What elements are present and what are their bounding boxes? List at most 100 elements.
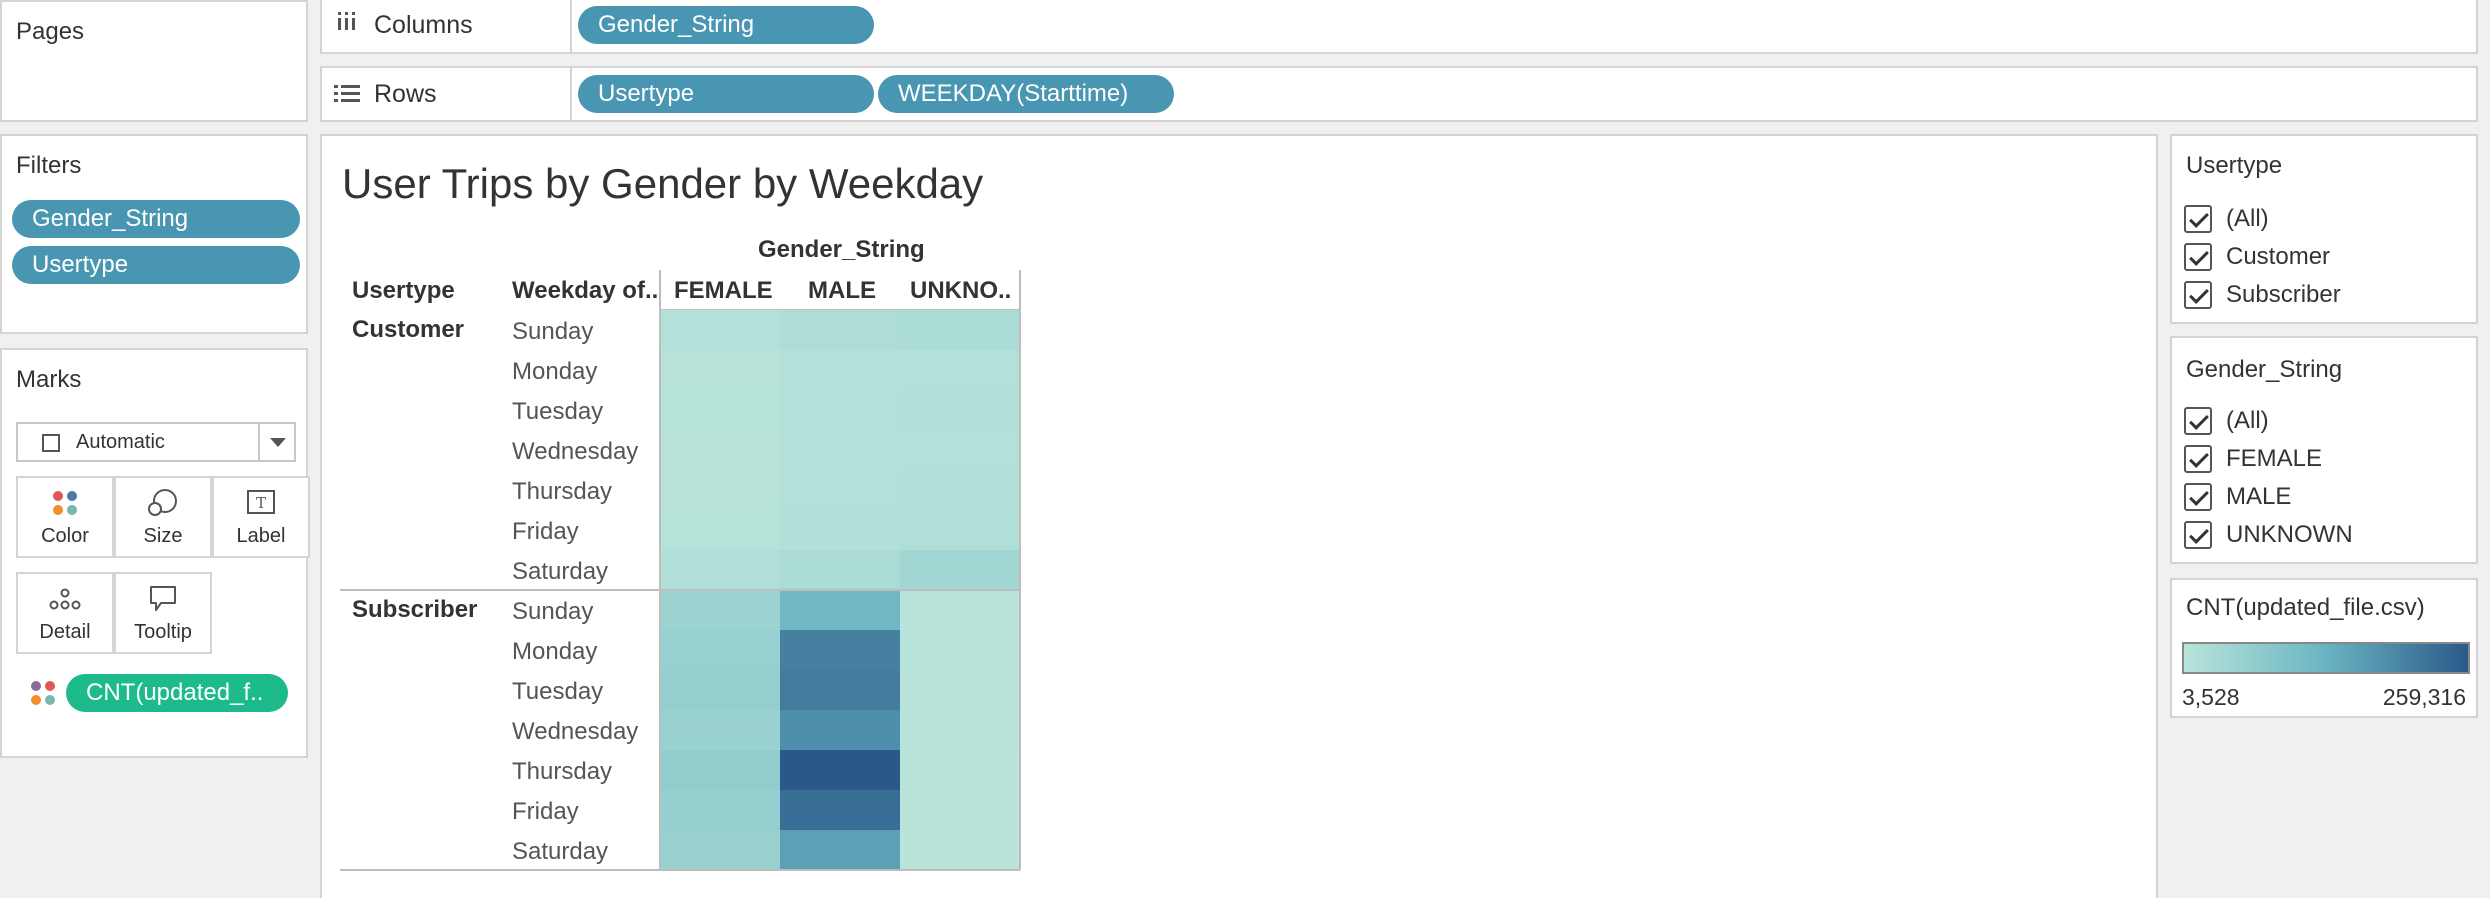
mark-type-dropdown[interactable]: Automatic xyxy=(16,422,296,462)
weekday-label[interactable]: Friday xyxy=(512,798,579,826)
heatmap-cell[interactable] xyxy=(660,710,780,750)
heatmap-cell[interactable] xyxy=(660,310,780,350)
detail-button-label: Detail xyxy=(39,621,91,643)
usertype-filter-item-subscriber[interactable]: Subscriber xyxy=(2184,280,2341,310)
heatmap-cell[interactable] xyxy=(780,390,900,430)
usertype-filter-item-customer[interactable]: Customer xyxy=(2184,242,2330,272)
weekday-label[interactable]: Friday xyxy=(512,518,579,546)
heatmap-cell[interactable] xyxy=(660,550,780,590)
gender-filter-item-unknown[interactable]: UNKNOWN xyxy=(2184,520,2353,550)
heatmap-cell[interactable] xyxy=(900,710,1020,750)
heatmap-cell[interactable] xyxy=(900,590,1020,630)
color-button[interactable]: Color xyxy=(16,476,114,558)
usertype-customer[interactable]: Customer xyxy=(352,316,464,344)
filter-pill-usertype[interactable]: Usertype xyxy=(12,246,300,284)
heatmap-cell[interactable] xyxy=(780,630,900,670)
weekday-label[interactable]: Monday xyxy=(512,638,597,666)
tooltip-button[interactable]: Tooltip xyxy=(114,572,212,654)
heatmap-cell[interactable] xyxy=(780,710,900,750)
columns-shelf[interactable]: Columns Gender_String xyxy=(320,0,2478,54)
mark-type-square-icon xyxy=(42,434,60,452)
gender-filter-item-male[interactable]: MALE xyxy=(2184,482,2291,512)
heatmap-cell[interactable] xyxy=(900,790,1020,830)
column-field-header[interactable]: Gender_String xyxy=(758,236,925,264)
heatmap-cell[interactable] xyxy=(780,470,900,510)
heatmap-cell[interactable] xyxy=(780,590,900,630)
heatmap-cell[interactable] xyxy=(660,470,780,510)
heatmap-cell[interactable] xyxy=(900,390,1020,430)
heatmap-cell[interactable] xyxy=(780,350,900,390)
weekday-label[interactable]: Monday xyxy=(512,358,597,386)
heatmap-cell[interactable] xyxy=(660,590,780,630)
weekday-label[interactable]: Thursday xyxy=(512,758,612,786)
heatmap-cell[interactable] xyxy=(660,390,780,430)
checkbox-checked-icon[interactable] xyxy=(2184,281,2212,309)
checkbox-checked-icon[interactable] xyxy=(2184,243,2212,271)
heatmap-cell[interactable] xyxy=(780,510,900,550)
usertype-subscriber[interactable]: Subscriber xyxy=(352,596,477,624)
heatmap-cell[interactable] xyxy=(900,430,1020,470)
weekday-label[interactable]: Saturday xyxy=(512,838,608,866)
legend-gradient-bar[interactable] xyxy=(2182,642,2470,674)
heatmap-cell[interactable] xyxy=(660,790,780,830)
columns-pill-gender[interactable]: Gender_String xyxy=(578,6,874,44)
heatmap-cell[interactable] xyxy=(780,670,900,710)
row-header-weekday[interactable]: Weekday of.. xyxy=(512,277,658,305)
gender-filter-item-female[interactable]: FEMALE xyxy=(2184,444,2322,474)
gender-filter-item-all[interactable]: (All) xyxy=(2184,406,2269,436)
tooltip-icon xyxy=(150,586,176,611)
shelf-divider xyxy=(570,0,572,52)
detail-button[interactable]: Detail xyxy=(16,572,114,654)
row-header-usertype[interactable]: Usertype xyxy=(352,277,455,305)
heatmap-cell[interactable] xyxy=(780,550,900,590)
checkbox-checked-icon[interactable] xyxy=(2184,483,2212,511)
heatmap-cell[interactable] xyxy=(900,550,1020,590)
heatmap-cell[interactable] xyxy=(660,430,780,470)
heatmap-cell[interactable] xyxy=(900,630,1020,670)
weekday-label[interactable]: Sunday xyxy=(512,318,593,346)
heatmap-cell[interactable] xyxy=(900,670,1020,710)
heatmap-cell[interactable] xyxy=(660,670,780,710)
heatmap-cell[interactable] xyxy=(900,350,1020,390)
weekday-label[interactable]: Tuesday xyxy=(512,678,603,706)
weekday-label[interactable]: Wednesday xyxy=(512,718,638,746)
weekday-label[interactable]: Tuesday xyxy=(512,398,603,426)
usertype-filter-item-all[interactable]: (All) xyxy=(2184,204,2269,234)
heatmap-cell[interactable] xyxy=(900,830,1020,870)
rows-pill-weekday[interactable]: WEEKDAY(Starttime) xyxy=(878,75,1174,113)
heatmap-cell[interactable] xyxy=(660,350,780,390)
heatmap-cell[interactable] xyxy=(900,470,1020,510)
column-header-unknown[interactable]: UNKNO.. xyxy=(910,277,1011,305)
heatmap-cell[interactable] xyxy=(780,790,900,830)
weekday-label[interactable]: Wednesday xyxy=(512,438,638,466)
heatmap-cell[interactable] xyxy=(780,830,900,870)
rows-pill-usertype[interactable]: Usertype xyxy=(578,75,874,113)
weekday-label[interactable]: Thursday xyxy=(512,478,612,506)
chevron-down-icon[interactable] xyxy=(270,438,286,447)
heatmap-cell[interactable] xyxy=(780,430,900,470)
heatmap-cell[interactable] xyxy=(780,750,900,790)
filter-pill-gender[interactable]: Gender_String xyxy=(12,200,300,238)
filter-item-label: MALE xyxy=(2226,483,2292,510)
heatmap-cell[interactable] xyxy=(660,510,780,550)
checkbox-checked-icon[interactable] xyxy=(2184,445,2212,473)
column-header-female[interactable]: FEMALE xyxy=(674,277,773,305)
heatmap-cell[interactable] xyxy=(900,750,1020,790)
rows-label: Rows xyxy=(374,80,437,108)
heatmap-cell[interactable] xyxy=(660,630,780,670)
rows-shelf[interactable]: Rows Usertype WEEKDAY(Starttime) xyxy=(320,66,2478,122)
heatmap-cell[interactable] xyxy=(900,510,1020,550)
label-button[interactable]: T Label xyxy=(212,476,310,558)
heatmap-cell[interactable] xyxy=(780,310,900,350)
column-header-male[interactable]: MALE xyxy=(808,277,876,305)
heatmap-cell[interactable] xyxy=(660,830,780,870)
checkbox-checked-icon[interactable] xyxy=(2184,521,2212,549)
weekday-label[interactable]: Sunday xyxy=(512,598,593,626)
color-field-pill[interactable]: CNT(updated_f.. xyxy=(66,674,288,712)
heatmap-cell[interactable] xyxy=(660,750,780,790)
size-button[interactable]: Size xyxy=(114,476,212,558)
checkbox-checked-icon[interactable] xyxy=(2184,205,2212,233)
weekday-label[interactable]: Saturday xyxy=(512,558,608,586)
checkbox-checked-icon[interactable] xyxy=(2184,407,2212,435)
heatmap-cell[interactable] xyxy=(900,310,1020,350)
